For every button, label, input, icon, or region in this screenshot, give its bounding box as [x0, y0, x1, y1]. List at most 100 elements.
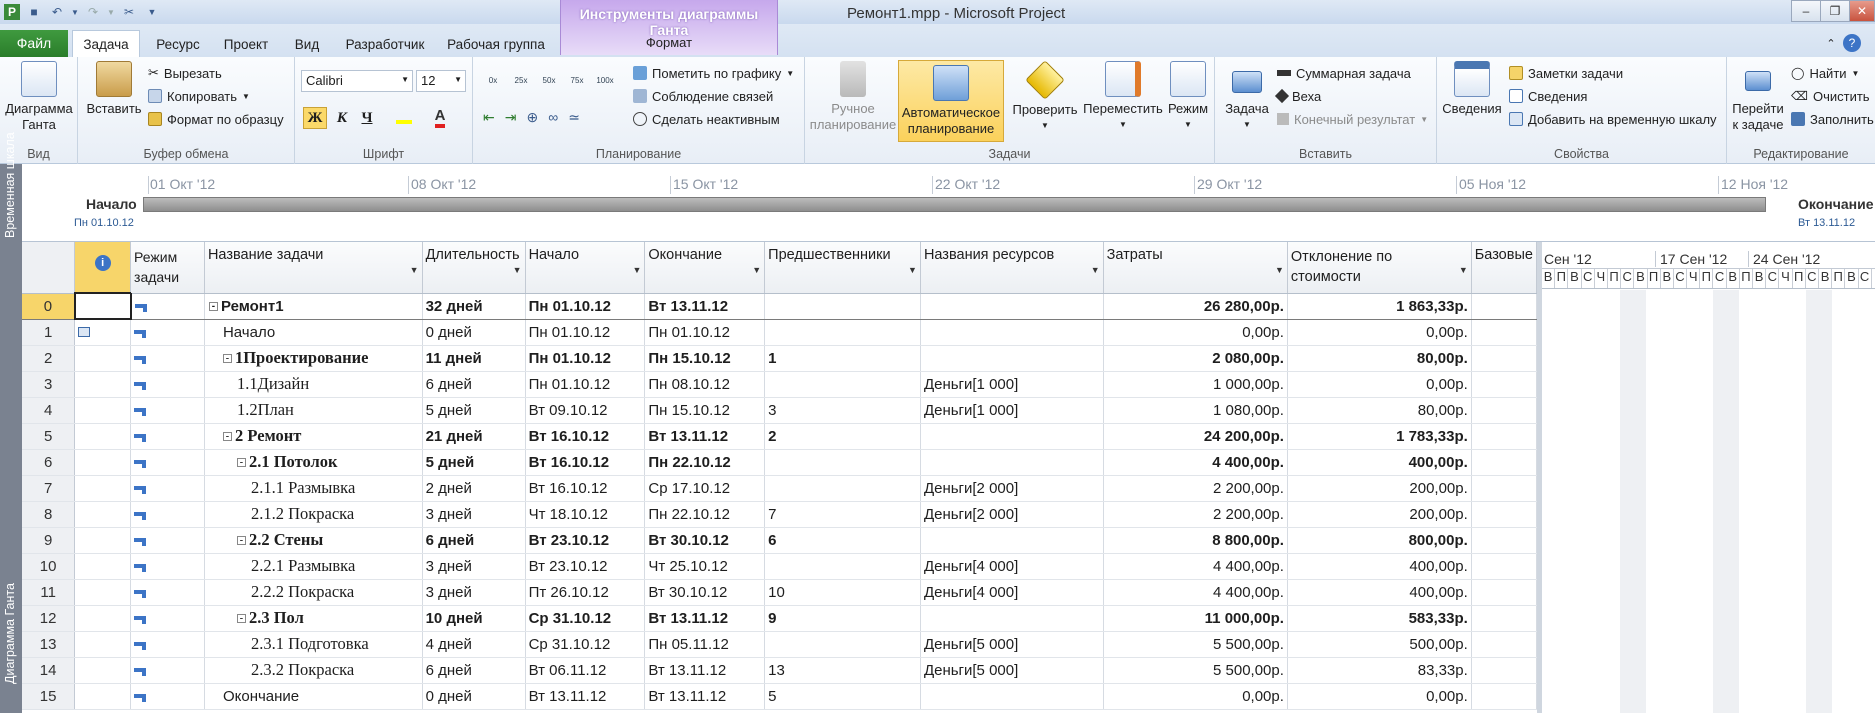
table-row[interactable]: 11 2.2.2 Покраска 3 дней Пт 26.10.12 Вт 30.1… [22, 579, 1537, 606]
unlink-icon[interactable]: ≃ [568, 109, 580, 126]
predecessors-cell[interactable]: 5 [764, 683, 921, 710]
finish-cell[interactable]: Чт 25.10.12 [644, 553, 766, 580]
start-cell[interactable]: Вт 09.10.12 [525, 397, 646, 424]
resource-names-cell[interactable]: Деньги[2 000] [920, 501, 1104, 528]
cost-variance-cell[interactable]: 200,00р. [1287, 501, 1472, 528]
chevron-down-icon[interactable]: ▼ [410, 265, 419, 275]
row-id[interactable]: 10 [22, 553, 76, 580]
duration-cell[interactable]: 6 дней [422, 371, 526, 398]
pct-75-button[interactable]: 75x [565, 67, 589, 87]
task-mode-cell[interactable] [130, 475, 205, 502]
gantt-chart-button[interactable]: Диаграмма Ганта [4, 61, 74, 133]
tab-developer[interactable]: Разработчик [339, 32, 431, 57]
start-cell[interactable]: Пн 01.10.12 [525, 345, 646, 372]
outdent-icon[interactable]: ⇤ [483, 109, 495, 126]
chevron-down-icon[interactable]: ▼ [513, 265, 522, 275]
task-mode-cell[interactable] [130, 345, 205, 372]
col-header-task-name[interactable]: Название задачи ▼ [204, 242, 423, 294]
pct-50-button[interactable]: 50x [537, 67, 561, 87]
resource-names-cell[interactable]: Деньги[5 000] [920, 657, 1104, 684]
col-header-predecessors[interactable]: Предшественники ▼ [764, 242, 921, 294]
timeline-view[interactable]: Временная шкала 01 Окт '12 08 Окт '12 15… [0, 132, 1875, 242]
cost-variance-cell[interactable]: 0,00р. [1287, 371, 1472, 398]
save-icon[interactable]: ■ [25, 3, 43, 21]
finish-cell[interactable]: Вт 13.11.12 [644, 423, 766, 450]
collapse-icon[interactable]: - [236, 614, 246, 624]
start-cell[interactable]: Ср 31.10.12 [525, 631, 646, 658]
resource-names-cell[interactable] [920, 449, 1104, 476]
predecessors-cell[interactable]: 3 [764, 397, 921, 424]
finish-cell[interactable]: Пн 15.10.12 [644, 397, 766, 424]
predecessors-cell[interactable]: 1 [764, 345, 921, 372]
cost-cell[interactable]: 0,00р. [1103, 683, 1288, 710]
respect-links-button[interactable]: Соблюдение связей [633, 86, 773, 106]
start-cell[interactable]: Чт 18.10.12 [525, 501, 646, 528]
task-mode-cell[interactable] [130, 423, 205, 450]
duration-cell[interactable]: 6 дней [422, 657, 526, 684]
copy-button[interactable]: Копировать ▼ [148, 86, 250, 106]
col-header-start[interactable]: Начало ▼ [525, 242, 646, 294]
minimize-ribbon-icon[interactable]: ⌃ [1822, 32, 1840, 57]
start-cell[interactable]: Вт 16.10.12 [525, 423, 646, 450]
duration-cell[interactable]: 5 дней [422, 397, 526, 424]
chevron-down-icon[interactable]: ▼ [632, 265, 641, 275]
cost-cell[interactable]: 2 200,00р. [1103, 501, 1288, 528]
start-cell[interactable]: Вт 13.11.12 [525, 683, 646, 710]
col-header-resource-names[interactable]: Названия ресурсов ▼ [920, 242, 1104, 294]
baseline-cell[interactable] [1471, 579, 1537, 606]
start-cell[interactable]: Вт 23.10.12 [525, 527, 646, 554]
tab-file[interactable]: Файл [0, 30, 68, 57]
task-name-cell[interactable]: 2.3.2 Покраска [204, 657, 423, 684]
task-name-cell[interactable]: 2.1.2 Покраска [204, 501, 423, 528]
row-id[interactable]: 2 [22, 345, 76, 372]
start-cell[interactable]: Пн 01.10.12 [525, 293, 646, 320]
predecessors-cell[interactable] [764, 631, 921, 658]
task-mode-cell[interactable] [130, 501, 205, 528]
start-cell[interactable]: Вт 16.10.12 [525, 475, 646, 502]
table-row[interactable]: 6-2.1 Потолок 5 дней Вт 16.10.12 Пн 22.10.1… [22, 449, 1537, 476]
row-id[interactable]: 12 [22, 605, 76, 632]
predecessors-cell[interactable]: 10 [764, 579, 921, 606]
baseline-cell[interactable] [1471, 605, 1537, 632]
predecessors-cell[interactable] [764, 553, 921, 580]
resource-names-cell[interactable] [920, 319, 1104, 346]
table-row[interactable]: 10 2.2.1 Размывка 3 дней Вт 23.10.12 Чт 25.1… [22, 553, 1537, 580]
finish-cell[interactable]: Пн 15.10.12 [644, 345, 766, 372]
task-mode-cell[interactable] [130, 579, 205, 606]
row-id[interactable]: 9 [22, 527, 76, 554]
duration-cell[interactable]: 5 дней [422, 449, 526, 476]
cost-cell[interactable]: 2 200,00р. [1103, 475, 1288, 502]
col-header-task-mode[interactable]: Режим задачи [130, 242, 205, 294]
collapse-icon[interactable]: - [208, 301, 218, 311]
table-row[interactable]: 1 Начало 0 дней Пн 01.10.12 Пн 01.10.12 0,00р… [22, 319, 1537, 346]
cost-variance-cell[interactable]: 500,00р. [1287, 631, 1472, 658]
col-header-cost-variance[interactable]: Отклонение по стоимости ▼ [1287, 242, 1472, 294]
cost-cell[interactable]: 5 500,00р. [1103, 631, 1288, 658]
task-mode-cell[interactable] [130, 319, 205, 346]
cost-variance-cell[interactable]: 80,00р. [1287, 397, 1472, 424]
baseline-cell[interactable] [1471, 423, 1537, 450]
predecessors-cell[interactable]: 2 [764, 423, 921, 450]
cost-cell[interactable]: 1 000,00р. [1103, 371, 1288, 398]
goto-task-button[interactable]: Перейти к задаче [1729, 61, 1787, 133]
row-id[interactable]: 13 [22, 631, 76, 658]
move-button[interactable]: Переместить ▼ [1081, 61, 1165, 133]
table-row[interactable]: 4 1.2План 5 дней Вт 09.10.12 Пн 15.10.12 3 Ден… [22, 397, 1537, 424]
information-button[interactable]: Сведения [1441, 61, 1503, 117]
duration-cell[interactable]: 3 дней [422, 553, 526, 580]
italic-button[interactable]: К [330, 107, 354, 129]
predecessors-cell[interactable]: 6 [764, 527, 921, 554]
predecessors-cell[interactable] [764, 293, 921, 320]
restore-button[interactable]: ❐ [1820, 0, 1850, 22]
resource-names-cell[interactable] [920, 605, 1104, 632]
fill-button[interactable]: Заполнить [1791, 109, 1874, 129]
start-cell[interactable]: Ср 31.10.12 [525, 605, 646, 632]
tab-team[interactable]: Рабочая группа [441, 32, 551, 57]
table-row[interactable]: 8 2.1.2 Покраска 3 дней Чт 18.10.12 Пн 22.10… [22, 501, 1537, 528]
duration-cell[interactable]: 0 дней [422, 319, 526, 346]
undo-dropdown-icon[interactable]: ▼ [71, 3, 79, 21]
baseline-cell[interactable] [1471, 371, 1537, 398]
customize-qat-icon[interactable]: ▼ [143, 3, 161, 21]
chevron-down-icon[interactable]: ▼ [1275, 265, 1284, 275]
gantt-chart-pane[interactable]: Сен '12 17 Сен '12 24 Сен '12 ВПВСЧПСВПВ… [1537, 242, 1875, 713]
